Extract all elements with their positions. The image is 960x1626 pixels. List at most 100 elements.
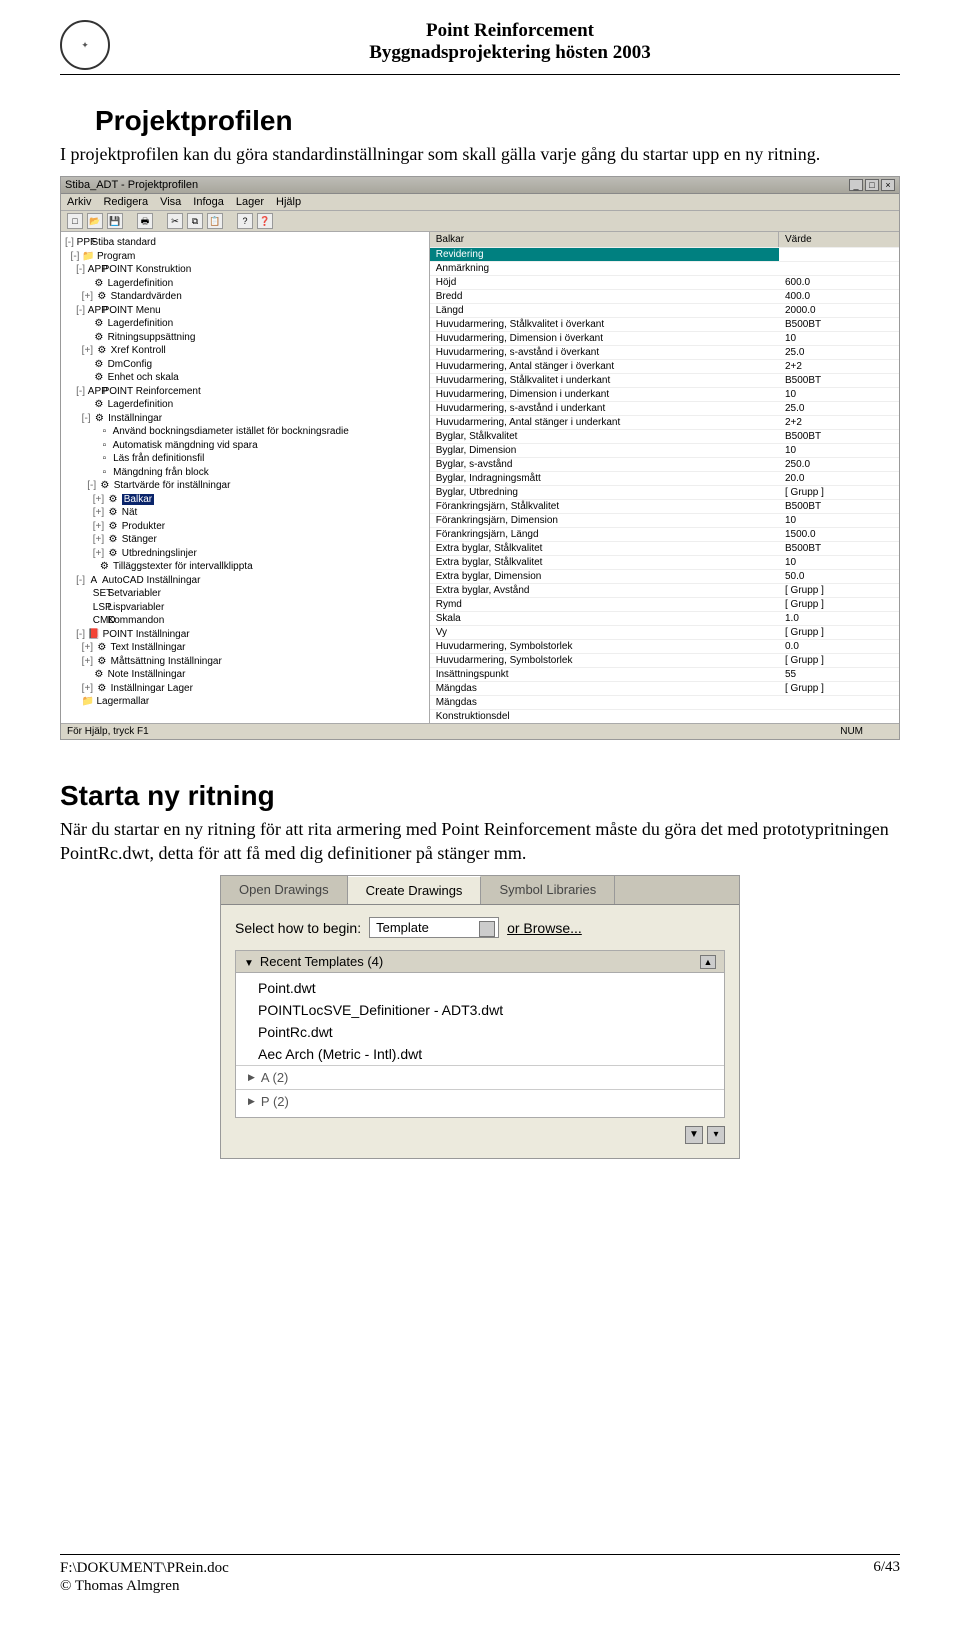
tree-node[interactable]: ▫ Mängdning från block — [65, 466, 427, 480]
property-row[interactable]: Höjd600.0 — [430, 275, 899, 289]
property-row[interactable]: Konstruktionsdel — [430, 709, 899, 723]
tree-node[interactable]: ▫ Läs från definitionsfil — [65, 452, 427, 466]
tree-node[interactable]: [+] ⚙ Balkar — [65, 493, 427, 507]
template-subgroup[interactable]: ▶A (2) — [236, 1065, 724, 1089]
property-row[interactable]: Extra byglar, StålkvalitetB500BT — [430, 541, 899, 555]
property-row[interactable]: Mängdas[ Grupp ] — [430, 681, 899, 695]
recent-templates-header[interactable]: ▼Recent Templates (4) ▲ — [235, 950, 725, 973]
property-row[interactable]: Längd2000.0 — [430, 303, 899, 317]
new-icon[interactable]: □ — [67, 213, 83, 229]
tree-view[interactable]: [-] PPF Stiba standard [-] 📁 Program [-]… — [61, 232, 430, 723]
property-row[interactable]: Byglar, Utbredning[ Grupp ] — [430, 485, 899, 499]
help-icon[interactable]: ? — [237, 213, 253, 229]
open-icon[interactable]: 📂 — [87, 213, 103, 229]
property-row[interactable]: Insättningspunkt55 — [430, 667, 899, 681]
property-row[interactable]: Förankringsjärn, StålkvalitetB500BT — [430, 499, 899, 513]
tree-node[interactable]: [-] 📕 POINT Inställningar — [65, 628, 427, 642]
property-row[interactable]: Byglar, Dimension10 — [430, 443, 899, 457]
tree-node[interactable]: [+] ⚙ Stänger — [65, 533, 427, 547]
template-item[interactable]: PointRc.dwt — [236, 1021, 724, 1043]
property-row[interactable]: Extra byglar, Dimension50.0 — [430, 569, 899, 583]
template-item[interactable]: Point.dwt — [236, 977, 724, 999]
property-row[interactable]: Rymd[ Grupp ] — [430, 597, 899, 611]
tree-node[interactable]: [+] ⚙ Produkter — [65, 520, 427, 534]
property-row[interactable]: Huvudarmering, s-avstånd i underkant25.0 — [430, 401, 899, 415]
save-icon[interactable]: 💾 — [107, 213, 123, 229]
menu-redigera[interactable]: Redigera — [103, 196, 148, 208]
tree-node[interactable]: ▫ Automatisk mängdning vid spara — [65, 439, 427, 453]
tree-node[interactable]: ⚙ Note Inställningar — [65, 668, 427, 682]
tree-node[interactable]: [-] 📁 Program — [65, 250, 427, 264]
tree-node[interactable]: ⚙ Lagerdefinition — [65, 317, 427, 331]
template-item[interactable]: Aec Arch (Metric - Intl).dwt — [236, 1043, 724, 1065]
property-row[interactable]: Förankringsjärn, Dimension10 — [430, 513, 899, 527]
property-row[interactable]: Huvudarmering, Symbolstorlek0.0 — [430, 639, 899, 653]
tree-node[interactable]: SET Setvariabler — [65, 587, 427, 601]
tree-node[interactable]: CMD Kommandon — [65, 614, 427, 628]
expand-icon[interactable]: ▾ — [707, 1126, 725, 1144]
tree-node[interactable]: [-] APP POINT Konstruktion — [65, 263, 427, 277]
tree-node[interactable]: [-] ⚙ Startvärde för inställningar — [65, 479, 427, 493]
maximize-button[interactable]: □ — [865, 179, 879, 191]
tree-node[interactable]: [+] ⚙ Måttsättning Inställningar — [65, 655, 427, 669]
property-row[interactable]: Byglar, s-avstånd250.0 — [430, 457, 899, 471]
window-titlebar[interactable]: Stiba_ADT - Projektprofilen _ □ × — [61, 177, 899, 194]
property-row[interactable]: Huvudarmering, s-avstånd i överkant25.0 — [430, 345, 899, 359]
property-row[interactable]: Extra byglar, Stålkvalitet10 — [430, 555, 899, 569]
property-row[interactable]: Förankringsjärn, Längd1500.0 — [430, 527, 899, 541]
tree-node[interactable]: ⚙ Lagerdefinition — [65, 277, 427, 291]
cut-icon[interactable]: ✂ — [167, 213, 183, 229]
tab-open-drawings[interactable]: Open Drawings — [221, 876, 348, 904]
close-button[interactable]: × — [881, 179, 895, 191]
tab-create-drawings[interactable]: Create Drawings — [348, 876, 482, 904]
tree-node[interactable]: [+] ⚙ Text Inställningar — [65, 641, 427, 655]
print-icon[interactable]: 🖶 — [137, 213, 153, 229]
browse-link[interactable]: or Browse... — [507, 920, 582, 936]
tree-node[interactable]: [-] A AutoCAD Inställningar — [65, 574, 427, 588]
tree-node[interactable]: [-] ⚙ Inställningar — [65, 412, 427, 426]
property-row[interactable]: Huvudarmering, Stålkvalitet i överkantB5… — [430, 317, 899, 331]
template-item[interactable]: POINTLocSVE_Definitioner - ADT3.dwt — [236, 999, 724, 1021]
paste-icon[interactable]: 📋 — [207, 213, 223, 229]
tree-node[interactable]: ⚙ Ritningsuppsättning — [65, 331, 427, 345]
menu-visa[interactable]: Visa — [160, 196, 181, 208]
property-row[interactable]: Bredd400.0 — [430, 289, 899, 303]
property-row[interactable]: Skala1.0 — [430, 611, 899, 625]
tree-node[interactable]: [-] PPF Stiba standard — [65, 236, 427, 250]
tree-node[interactable]: ▫ Använd bockningsdiameter istället för … — [65, 425, 427, 439]
tree-node[interactable]: ⚙ DmConfig — [65, 358, 427, 372]
property-row[interactable]: Byglar, Indragningsmått20.0 — [430, 471, 899, 485]
menu-infoga[interactable]: Infoga — [193, 196, 224, 208]
property-row[interactable]: Huvudarmering, Dimension i underkant10 — [430, 387, 899, 401]
begin-select[interactable]: Template — [369, 917, 499, 938]
template-subgroup[interactable]: ▶P (2) — [236, 1089, 724, 1113]
copy-icon[interactable]: ⧉ — [187, 213, 203, 229]
tree-node[interactable]: [-] APP POINT Reinforcement — [65, 385, 427, 399]
whatsthis-icon[interactable]: ❓ — [257, 213, 273, 229]
tree-node[interactable]: ⚙ Lagerdefinition — [65, 398, 427, 412]
tree-node[interactable]: 📁 Lagermallar — [65, 695, 427, 709]
property-row[interactable]: Byglar, StålkvalitetB500BT — [430, 429, 899, 443]
tree-node[interactable]: ⚙ Enhet och skala — [65, 371, 427, 385]
tree-node[interactable]: [-] APP POINT Menu — [65, 304, 427, 318]
property-row[interactable]: Huvudarmering, Antal stänger i överkant2… — [430, 359, 899, 373]
tree-node[interactable]: [+] ⚙ Standardvärden — [65, 290, 427, 304]
menu-arkiv[interactable]: Arkiv — [67, 196, 91, 208]
property-row[interactable]: Huvudarmering, Stålkvalitet i underkantB… — [430, 373, 899, 387]
tree-node[interactable]: [+] ⚙ Utbredningslinjer — [65, 547, 427, 561]
tab-symbol-libraries[interactable]: Symbol Libraries — [481, 876, 615, 904]
tree-node[interactable]: LSP Lispvariabler — [65, 601, 427, 615]
collapse-up-icon[interactable]: ▲ — [700, 955, 716, 969]
property-row[interactable]: Revidering — [430, 247, 899, 261]
property-row[interactable]: Huvudarmering, Antal stänger i underkant… — [430, 415, 899, 429]
scroll-down-icon[interactable]: ▼ — [685, 1126, 703, 1144]
property-row[interactable]: Huvudarmering, Dimension i överkant10 — [430, 331, 899, 345]
menu-hjälp[interactable]: Hjälp — [276, 196, 301, 208]
tree-node[interactable]: [+] ⚙ Nät — [65, 506, 427, 520]
tree-node[interactable]: [+] ⚙ Inställningar Lager — [65, 682, 427, 696]
minimize-button[interactable]: _ — [849, 179, 863, 191]
property-row[interactable]: Huvudarmering, Symbolstorlek[ Grupp ] — [430, 653, 899, 667]
property-row[interactable]: Mängdas — [430, 695, 899, 709]
property-row[interactable]: Vy[ Grupp ] — [430, 625, 899, 639]
property-row[interactable]: Extra byglar, Avstånd[ Grupp ] — [430, 583, 899, 597]
